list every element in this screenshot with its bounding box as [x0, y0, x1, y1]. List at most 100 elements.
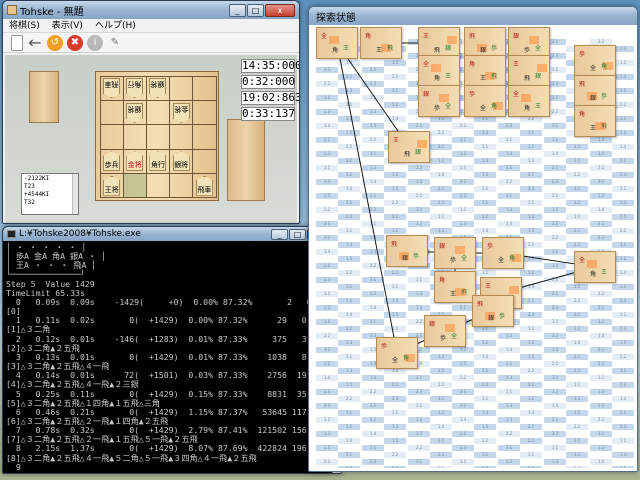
edit-icon[interactable]: ✎ [107, 35, 123, 51]
square[interactable]: 歩兵 [99, 148, 124, 175]
console-titlebar[interactable]: L:¥Tohske2008¥Tohske.exe _ □ x [3, 227, 341, 241]
tree-board-thumbnail[interactable]: 歩全角 [574, 45, 616, 77]
sente-hand[interactable] [227, 119, 265, 201]
main-titlebar[interactable]: Tohske - 無題 _ □ x [3, 1, 299, 19]
last-move-highlight [329, 36, 339, 44]
tree-board-thumbnail[interactable]: 銀歩全 [434, 237, 476, 269]
piece-gote-hisha[interactable]: 飛車 [103, 78, 120, 98]
tree-board-thumbnail[interactable]: 飛銀歩 [472, 295, 514, 327]
info-icon[interactable]: i [87, 34, 103, 51]
move-item[interactable]: T23 [24, 183, 76, 191]
square[interactable]: 金将 [169, 99, 194, 126]
mini-piece: 全 [461, 255, 468, 262]
tree-board-thumbnail[interactable]: 全角王 [316, 27, 358, 59]
square[interactable] [145, 99, 171, 126]
piece-gote-kin[interactable]: 金将 [173, 103, 190, 123]
square[interactable] [169, 173, 194, 199]
shogi-board[interactable]: 飛車 角行 銀将 銀将 金将 歩兵 金将 角行 銀将 王将 飛車 [95, 71, 219, 201]
square[interactable] [192, 99, 217, 126]
move-list-scrollbar[interactable] [72, 174, 78, 214]
square[interactable] [99, 124, 124, 150]
square[interactable] [145, 124, 171, 150]
back-icon[interactable]: ← [27, 33, 43, 52]
tree-board-thumbnail[interactable]: 歩全角 [464, 85, 506, 117]
mini-piece: 王 [513, 61, 520, 68]
window-title: Tohske - 無題 [20, 6, 84, 18]
square[interactable]: 銀将 [169, 148, 194, 175]
mini-piece: 全 [590, 65, 597, 72]
mini-piece: 角 [601, 63, 608, 70]
tree-board-thumbnail[interactable]: 角王飛 [464, 55, 506, 87]
square[interactable]: 王将 [99, 173, 124, 199]
piece-sente-kaku[interactable]: 角行 [149, 151, 167, 172]
square[interactable] [192, 148, 217, 175]
tree-board-thumbnail[interactable]: 飛銀歩 [574, 75, 616, 107]
square[interactable] [99, 99, 124, 126]
square[interactable]: 銀将 [122, 99, 147, 126]
tree-board-thumbnail[interactable]: 銀歩全 [424, 315, 466, 347]
square[interactable] [169, 75, 194, 101]
tree-board-thumbnail[interactable]: 角王飛 [360, 27, 402, 59]
tree-board-thumbnail[interactable]: 角王飛 [574, 105, 616, 137]
stop-icon[interactable]: ✖ [67, 34, 83, 51]
square[interactable] [169, 124, 194, 150]
piece-sente-fu[interactable]: 歩兵 [103, 151, 121, 172]
move-item[interactable]: -2122KI [24, 175, 76, 183]
square[interactable] [145, 173, 171, 199]
mini-piece: 王 [590, 125, 597, 132]
mini-piece: 銀 [402, 255, 409, 262]
tree-board-thumbnail[interactable]: 王飛銀 [508, 55, 550, 87]
tree-board-thumbnail[interactable]: 全角王 [508, 85, 550, 117]
tree-board-thumbnail[interactable]: 王飛銀 [388, 131, 430, 163]
menu-help[interactable]: ヘルプ(H) [89, 19, 142, 32]
minimize-button[interactable]: _ [229, 3, 246, 17]
tree-board-thumbnail[interactable]: 歩全角 [482, 237, 524, 269]
move-item[interactable]: +4544KI [24, 191, 76, 199]
tree-board-thumbnail[interactable]: 全角王 [574, 251, 616, 283]
square[interactable]: 飛車 [192, 173, 217, 199]
piece-gote-kaku[interactable]: 角行 [126, 78, 143, 98]
menu-shogi[interactable]: 将棋(S) [3, 19, 46, 32]
square[interactable]: 飛車 [99, 75, 124, 101]
piece-sente-ou[interactable]: 王将 [103, 175, 121, 196]
tree-board-thumbnail[interactable]: 全角王 [418, 55, 460, 87]
tree-titlebar[interactable]: 探索状態 [309, 7, 637, 25]
mini-piece: 銀 [429, 321, 436, 328]
piece-sente-kin[interactable]: 金将 [126, 151, 144, 172]
tree-board-thumbnail[interactable]: 歩全角 [376, 337, 418, 369]
square[interactable] [192, 124, 217, 150]
console-line: 0 0.09s 0.09s -1429( +0) 0.00% 87.32% 2 … [6, 296, 337, 307]
piece-sente-gin[interactable]: 銀将 [172, 151, 190, 172]
new-icon[interactable] [11, 34, 23, 51]
mini-piece: 角 [579, 111, 586, 118]
console-line: 1 0.11s 0.02s 0( +1429) 0.00% 87.32% 29 … [6, 315, 332, 326]
search-tree[interactable]: 1.11.21.31.41.52.12.22.33.11.11.21.31.41… [312, 25, 634, 468]
tree-board-thumbnail[interactable]: 飛銀歩 [386, 235, 428, 267]
mini-piece: 王 [601, 269, 608, 276]
move-item[interactable]: T32 [24, 199, 76, 207]
gote-hand[interactable] [29, 71, 59, 123]
maximize-button[interactable]: □ [247, 3, 264, 17]
piece-gote-gin2[interactable]: 銀将 [126, 103, 143, 123]
square[interactable]: 銀将 [145, 75, 171, 101]
console-maximize-button[interactable]: □ [289, 228, 306, 240]
close-button[interactable]: x [265, 3, 295, 17]
square[interactable]: 角行 [145, 148, 171, 175]
piece-sente-hi[interactable]: 飛車 [195, 175, 213, 196]
mini-piece: 角 [524, 105, 531, 112]
square[interactable] [192, 75, 217, 101]
mini-piece: 歩 [524, 47, 531, 54]
mini-piece: 全 [321, 33, 328, 40]
tree-board-thumbnail[interactable]: 銀歩全 [418, 85, 460, 117]
square[interactable]: 金将 [122, 148, 147, 175]
square[interactable]: 角行 [122, 75, 147, 101]
menu-view[interactable]: 表示(V) [46, 19, 89, 32]
move-list[interactable]: -2122KI T23 +4544KI T32 [21, 173, 79, 215]
console-minimize-button[interactable]: _ [271, 228, 288, 240]
square[interactable] [122, 124, 147, 150]
square[interactable] [122, 173, 147, 199]
tree-board-thumbnail[interactable]: 角王飛 [434, 271, 476, 303]
mini-piece: 全 [498, 257, 505, 264]
piece-gote-gin[interactable]: 銀将 [149, 78, 166, 98]
undo-icon[interactable]: ↺ [47, 34, 63, 51]
